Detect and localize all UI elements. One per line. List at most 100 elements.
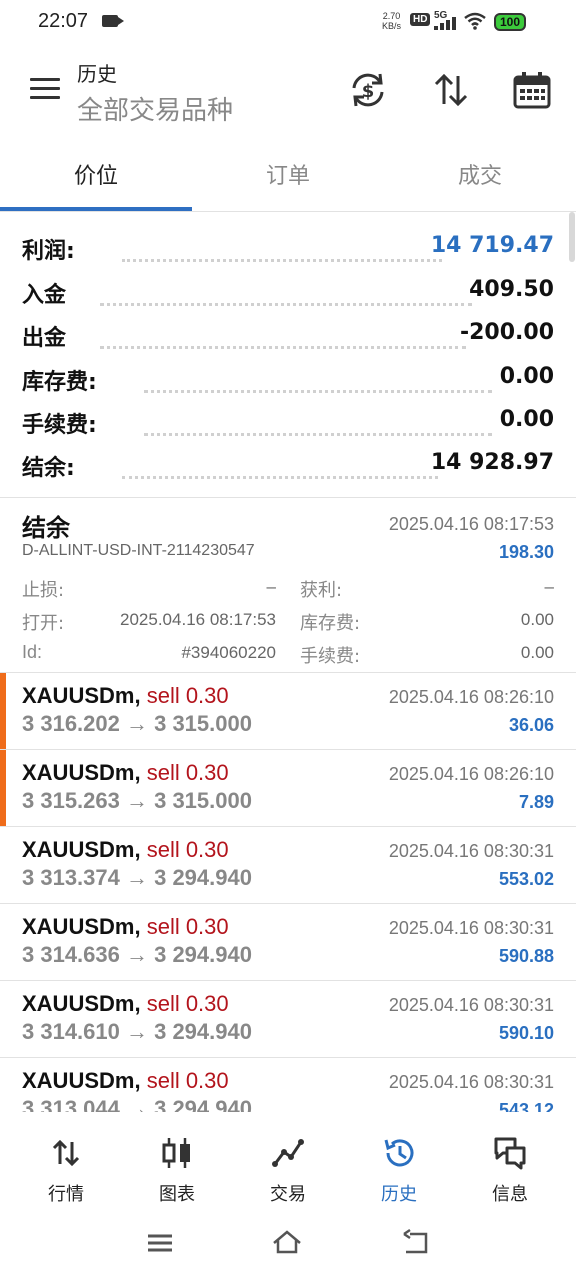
messages-icon [494,1137,526,1170]
trade-icon [272,1139,304,1167]
list-item[interactable]: XAUUSDm, sell 0.30 3 313.374 → 3 294.940… [0,827,576,904]
open-label: 打开: [22,613,65,634]
summary-deposit: 入金 409.50 [22,277,554,317]
summary-profit: 利润: 14 719.47 [22,233,554,273]
dot-leader [144,388,492,393]
deal-profit: 7.89 [518,792,554,812]
list-item[interactable]: XAUUSDm, sell 0.30 3 314.610 → 3 294.940… [0,981,576,1058]
symbol-filter[interactable]: 全部交易品种 [77,90,233,127]
divider [0,211,576,212]
list-item[interactable]: XAUUSDm, sell 0.30 3 313.044 → 3 294.940… [0,1058,576,1112]
chart-icon [162,1138,190,1168]
battery-icon: 100 [494,13,526,31]
list-item[interactable]: XAUUSDm, sell 0.30 3 314.636 → 3 294.940… [0,904,576,981]
calendar-icon[interactable] [512,70,552,110]
nav-history[interactable]: 历史 [359,1136,439,1206]
fee-value: 0.00 [520,643,554,662]
tp-label: 获利: [300,580,343,601]
summary-label: 库存费: [22,370,97,395]
tab-deals[interactable]: 成交 [384,158,576,190]
summary-label: 利润: [22,239,75,264]
nav-label: 行情 [48,1184,84,1205]
deal-time: 2025.04.16 08:26:10 [388,687,554,707]
deal-time: 2025.04.16 08:30:31 [388,918,554,938]
nav-messages[interactable]: 信息 [470,1136,550,1206]
summary-value: 14 928.97 [430,450,554,475]
status-bar: 22:07 2.70 KB/s HD 5G 100 [0,0,576,44]
nav-label: 交易 [270,1184,306,1205]
network-speed: 2.70 KB/s [382,11,401,31]
deal-side: sell 0.30 [146,837,229,862]
home-icon[interactable] [272,1228,302,1258]
svg-text:$: $ [362,81,375,102]
currency-exchange-icon[interactable]: $ [348,70,388,110]
symbol-text: XAUUSDm, [22,760,141,785]
id-label: Id: [22,642,43,662]
nav-trade[interactable]: 交易 [248,1136,328,1206]
wifi-icon [464,12,486,30]
deal-price: 3 314.636 → 3 294.940 [22,942,252,967]
deal-symbol: XAUUSDm, sell 0.30 [22,760,229,786]
tp-value: – [544,577,554,596]
balance-entry[interactable]: 结余 D-ALLINT-USD-INT-2114230547 2025.04.1… [0,498,576,672]
deal-side: sell 0.30 [146,683,229,708]
back-icon[interactable] [400,1228,430,1258]
deal-price: 3 314.610 → 3 294.940 [22,1019,252,1044]
sort-icon[interactable] [431,70,471,110]
dot-leader [100,301,472,306]
summary-label: 手续费: [22,413,97,438]
deal-symbol: XAUUSDm, sell 0.30 [22,991,229,1017]
summary-value: 409.50 [469,277,554,302]
balance-time: 2025.04.16 08:17:53 [388,514,554,534]
swap-label: 库存费: [300,613,361,634]
signal-icon [434,17,456,30]
dot-leader [144,431,492,436]
dot-leader [122,257,442,262]
summary-withdrawal: 出金 -200.00 [22,320,554,360]
scrollbar[interactable] [569,212,575,262]
balance-title: 结余 [22,514,70,542]
nav-label: 信息 [492,1184,528,1205]
deal-time: 2025.04.16 08:30:31 [388,995,554,1015]
nav-chart[interactable]: 图表 [137,1136,217,1206]
summary-label: 结余: [22,456,75,481]
dot-leader [122,474,438,479]
deal-symbol: XAUUSDm, sell 0.30 [22,1068,229,1094]
highlight-flag [0,673,6,750]
deals-list[interactable]: XAUUSDm, sell 0.30 3 316.202 → 3 315.000… [0,673,576,1112]
menu-icon[interactable] [30,78,60,102]
tab-orders[interactable]: 订单 [192,158,384,190]
deal-time: 2025.04.16 08:30:31 [388,841,554,861]
history-icon [384,1139,414,1167]
balance-account: D-ALLINT-USD-INT-2114230547 [22,542,255,559]
symbol-text: XAUUSDm, [22,991,141,1016]
list-item[interactable]: XAUUSDm, sell 0.30 3 315.263 → 3 315.000… [0,750,576,827]
status-time: 22:07 [38,10,89,32]
deal-price: 3 313.374 → 3 294.940 [22,865,252,890]
id-value: #394060220 [181,643,276,662]
recent-apps-icon[interactable] [145,1228,175,1258]
nav-label: 历史 [381,1184,417,1205]
summary-value: 0.00 [499,364,554,389]
tab-positions[interactable]: 价位 [0,158,192,190]
nav-quotes[interactable]: 行情 [26,1136,106,1206]
deal-side: sell 0.30 [146,991,229,1016]
list-item[interactable]: XAUUSDm, sell 0.30 3 316.202 → 3 315.000… [0,673,576,750]
deal-price: 3 315.263 → 3 315.000 [22,788,252,813]
deal-price: 3 316.202 → 3 315.000 [22,711,252,736]
deal-time: 2025.04.16 08:26:10 [388,764,554,784]
deal-profit: 36.06 [508,715,554,735]
hd-badge: HD [410,13,431,26]
symbol-text: XAUUSDm, [22,1068,141,1093]
deal-symbol: XAUUSDm, sell 0.30 [22,914,229,940]
deal-profit: 590.88 [498,946,554,966]
deal-side: sell 0.30 [146,760,229,785]
deal-side: sell 0.30 [146,914,229,939]
summary-balance: 结余: 14 928.97 [22,450,554,490]
summary-swap: 库存费: 0.00 [22,364,554,404]
summary-label: 出金 [22,326,67,351]
summary-commission: 手续费: 0.00 [22,407,554,447]
highlight-flag [0,750,6,827]
deal-price: 3 313.044 → 3 294.940 [22,1096,252,1112]
deal-symbol: XAUUSDm, sell 0.30 [22,683,229,709]
